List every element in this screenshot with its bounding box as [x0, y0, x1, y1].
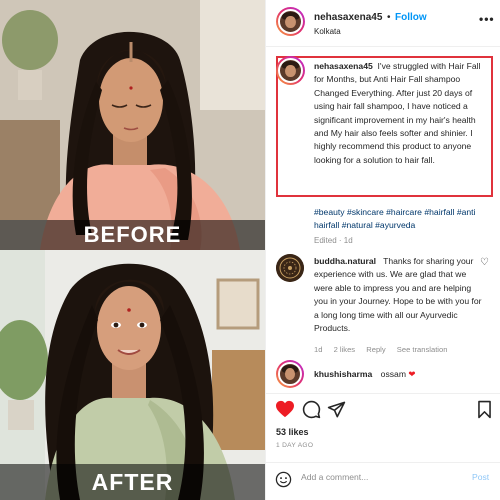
before-photo-illustration	[0, 0, 265, 250]
see-translation-button[interactable]: See translation	[397, 345, 448, 354]
post-panel: nehasaxena45 • Follow Kolkata ••• nehasa…	[265, 0, 500, 500]
caption-username[interactable]: nehasaxena45	[314, 61, 373, 71]
share-send-icon[interactable]	[327, 400, 346, 419]
comment-username[interactable]: buddha.natural	[314, 256, 376, 266]
header-separator: •	[387, 12, 391, 23]
header-divider	[266, 46, 500, 47]
caption-author-avatar[interactable]	[276, 56, 305, 85]
hashtags[interactable]: #beauty #skincare #haircare #hairfall #a…	[314, 206, 494, 233]
more-options-icon[interactable]: •••	[479, 12, 495, 26]
post-author-avatar[interactable]	[276, 7, 305, 36]
comment-khushisharma: khushisharma ossam ❤	[314, 369, 416, 380]
red-heart-emoji: ❤	[408, 369, 416, 379]
likes-count[interactable]: 53 likes	[276, 427, 309, 437]
after-photo-illustration	[0, 250, 265, 500]
comment-meta: 1d 2 likes Reply See translation	[314, 345, 456, 354]
before-photo: BEFORE	[0, 0, 265, 250]
emoji-icon[interactable]	[275, 471, 292, 488]
after-label: AFTER	[0, 464, 265, 500]
comment-text: Thanks for sharing your experience with …	[314, 256, 482, 334]
post-comment-button[interactable]: Post	[472, 472, 489, 482]
add-comment-row: Post	[266, 463, 500, 500]
post-time-ago: 1 DAY AGO	[276, 442, 314, 449]
comment-avatar-buddha-natural[interactable]	[276, 254, 304, 282]
action-bar	[266, 400, 500, 420]
caption-text: I've struggled with Hair Fall for Months…	[314, 61, 481, 165]
actions-divider	[266, 393, 500, 394]
follow-button[interactable]: Follow	[395, 12, 427, 23]
comment-avatar-khushisharma[interactable]	[276, 360, 304, 388]
bookmark-icon[interactable]	[477, 400, 492, 419]
after-photo: AFTER	[0, 250, 265, 500]
comment-buddha-natural: buddha.natural Thanks for sharing your e…	[314, 255, 482, 335]
before-label: BEFORE	[0, 220, 265, 250]
like-heart-icon[interactable]	[275, 400, 295, 418]
post-author-username[interactable]: nehasaxena45	[314, 12, 382, 23]
comment-like-heart-icon[interactable]: ♡	[480, 257, 489, 268]
comment-username[interactable]: khushisharma	[314, 369, 372, 379]
comment-likes[interactable]: 2 likes	[334, 345, 356, 354]
post-caption: nehasaxena45 I've struggled with Hair Fa…	[314, 60, 490, 167]
comment-text: ossam	[380, 369, 406, 379]
post-location[interactable]: Kolkata	[314, 27, 341, 36]
edited-timestamp: Edited · 1d	[314, 236, 353, 245]
add-comment-input[interactable]	[301, 472, 461, 482]
comment-age: 1d	[314, 345, 323, 354]
comment-icon[interactable]	[302, 400, 321, 419]
comment-reply-button[interactable]: Reply	[366, 345, 385, 354]
buddha-natural-logo-icon	[276, 254, 304, 282]
